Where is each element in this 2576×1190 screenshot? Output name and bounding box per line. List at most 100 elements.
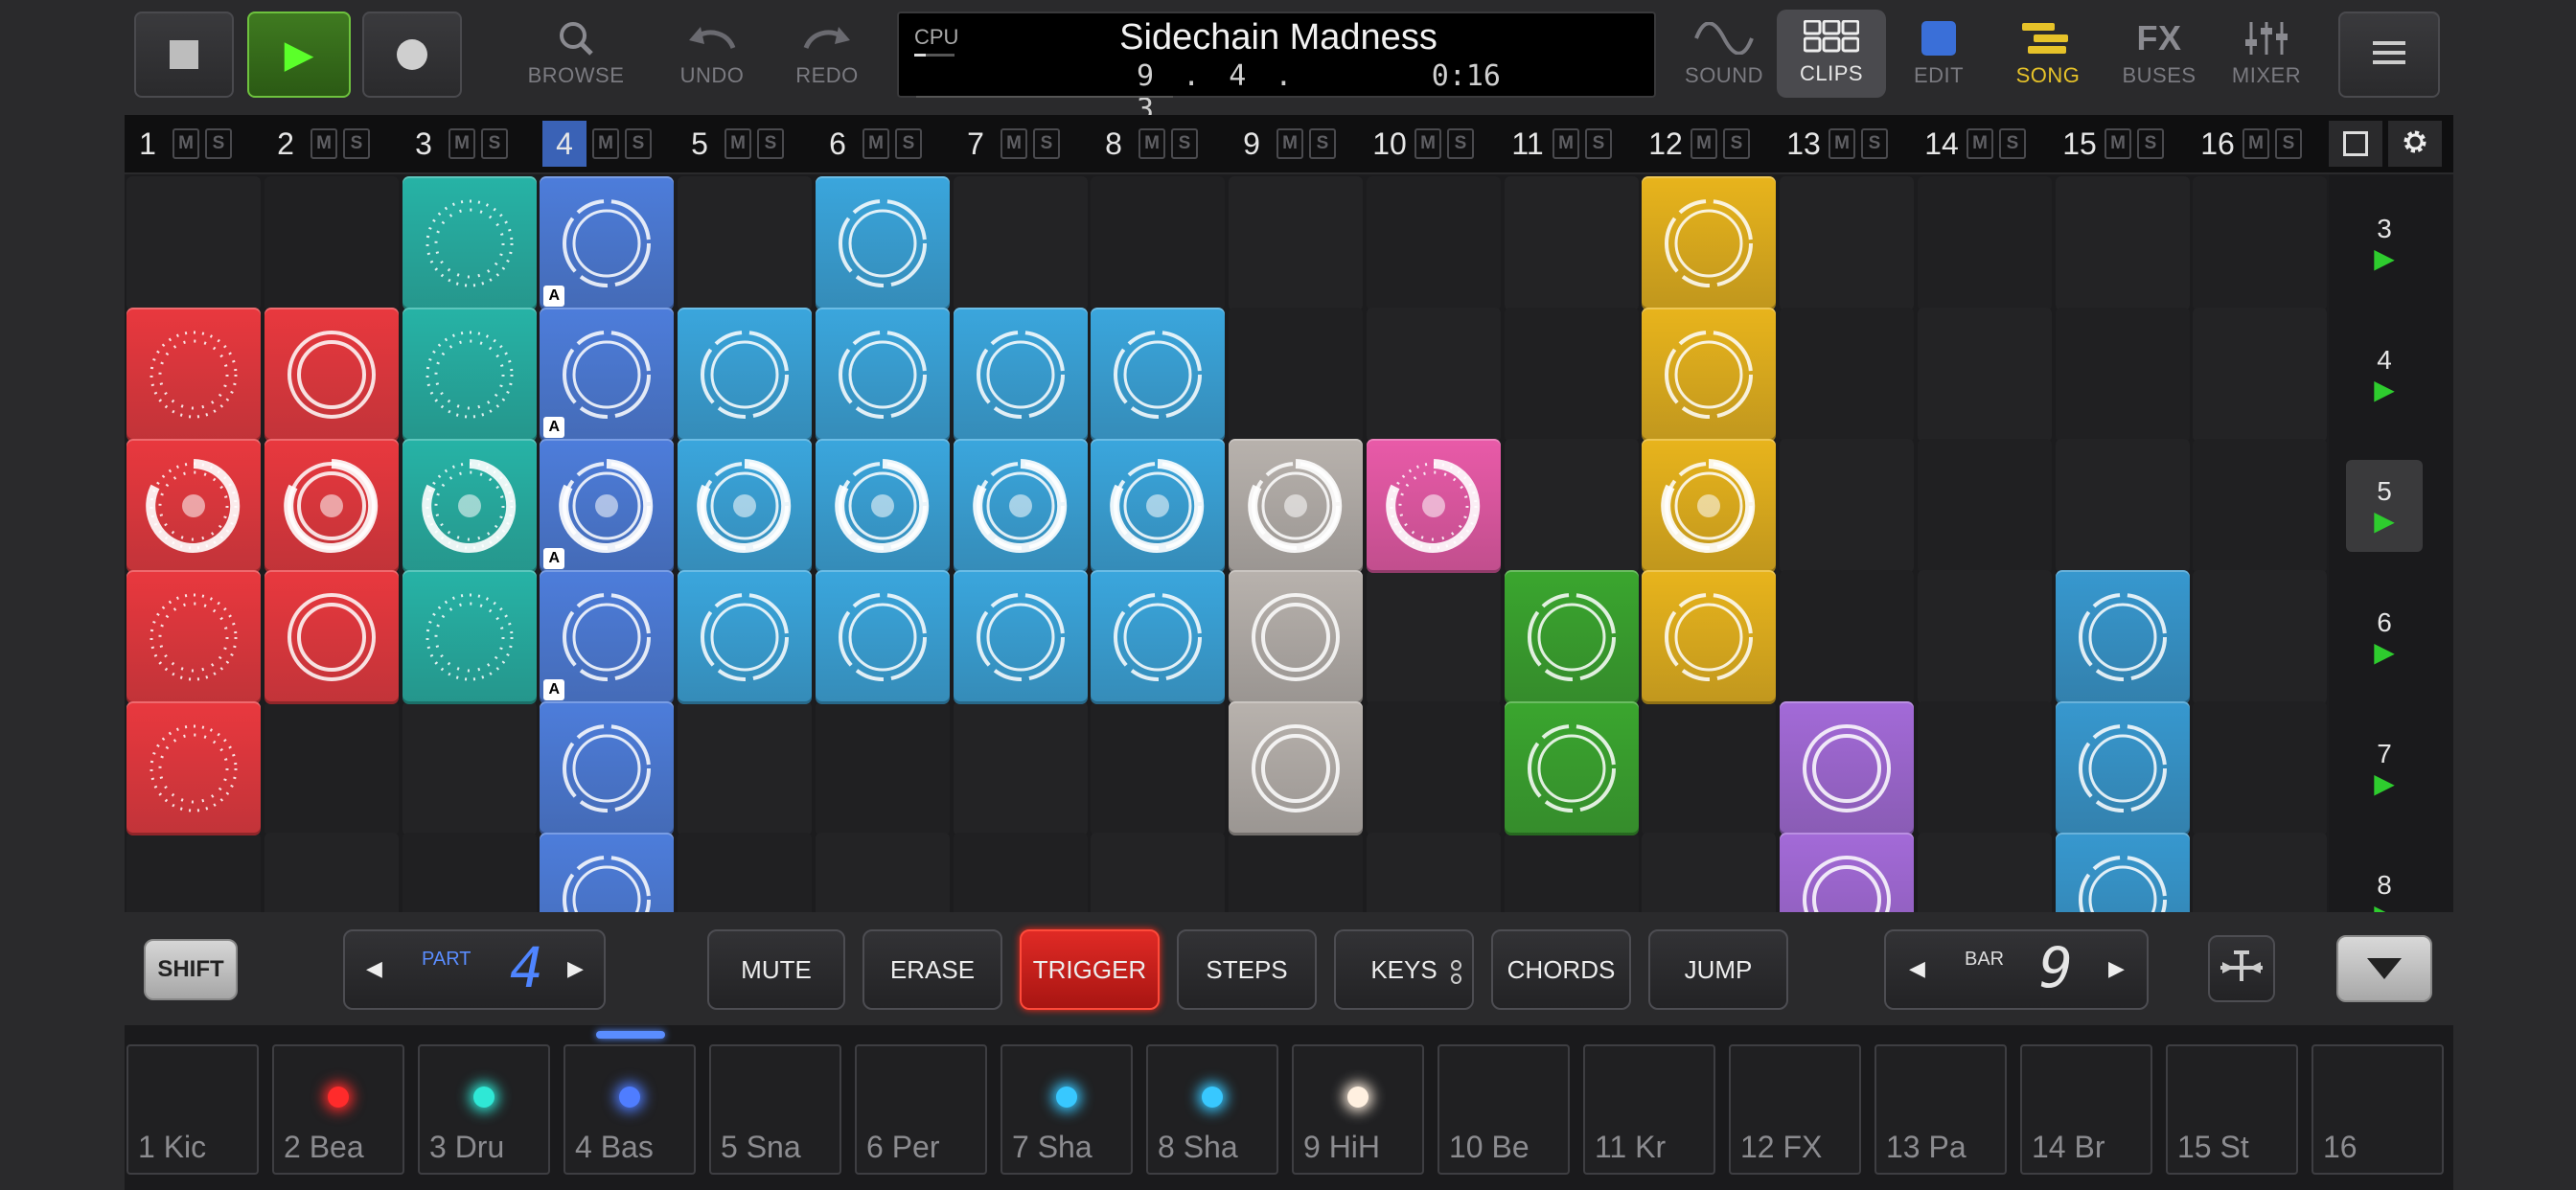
empty-slot[interactable] (2193, 439, 2328, 573)
undo-button[interactable]: UNDO (659, 4, 765, 100)
empty-slot[interactable] (1780, 439, 1914, 573)
clip-red-playing[interactable] (264, 439, 399, 573)
track-number[interactable]: 15 (2060, 126, 2099, 162)
scene-launch-button[interactable]: 7 ▶ (2346, 722, 2423, 814)
clip-sky[interactable] (815, 308, 950, 442)
clip-blue[interactable] (540, 701, 675, 835)
clip-yellow[interactable] (1642, 308, 1777, 442)
track-mute-button[interactable]: M (2104, 128, 2131, 159)
jump-mode-button[interactable]: JUMP (1648, 929, 1788, 1010)
clip-sky-playing[interactable] (953, 439, 1088, 573)
drum-pad[interactable]: 10 Be (1438, 1044, 1570, 1175)
clip-sky2[interactable] (2055, 570, 2190, 704)
clip-sky-playing[interactable] (1091, 439, 1226, 573)
redo-button[interactable]: REDO (774, 4, 880, 100)
empty-slot[interactable] (1091, 833, 1226, 912)
clip-teal[interactable] (402, 176, 537, 310)
track-mute-button[interactable]: M (1966, 128, 1993, 159)
empty-slot[interactable] (264, 833, 399, 912)
clip-blue[interactable]: A (540, 308, 675, 442)
clip-green[interactable] (1504, 570, 1639, 704)
track-mute-button[interactable]: M (2242, 128, 2269, 159)
drum-pad[interactable]: 4 Bas (564, 1044, 696, 1175)
clip-teal-playing[interactable] (402, 439, 537, 573)
clip-yellow-playing[interactable] (1642, 439, 1777, 573)
empty-slot[interactable] (678, 701, 812, 835)
drum-pad[interactable]: 2 Bea (272, 1044, 404, 1175)
track-number[interactable]: 1 (128, 126, 167, 162)
empty-slot[interactable] (1917, 308, 2052, 442)
empty-slot[interactable] (2193, 570, 2328, 704)
track-number[interactable]: 2 (266, 126, 305, 162)
track-solo-button[interactable]: S (895, 128, 922, 159)
empty-slot[interactable] (402, 701, 537, 835)
menu-button[interactable] (2338, 11, 2440, 98)
song-button[interactable]: SONG (1995, 4, 2101, 100)
drum-pad[interactable]: 8 Sha (1146, 1044, 1278, 1175)
drum-pad[interactable]: 5 Sna (709, 1044, 841, 1175)
scene-launch-button[interactable]: 3 ▶ (2346, 197, 2423, 289)
drum-pad[interactable]: 12 FX (1729, 1044, 1861, 1175)
track-solo-button[interactable]: S (757, 128, 784, 159)
split-button[interactable] (2208, 935, 2275, 1002)
clip-teal[interactable] (402, 570, 537, 704)
empty-slot[interactable] (1366, 308, 1501, 442)
clip-sky[interactable] (1091, 308, 1226, 442)
buses-button[interactable]: FX BUSES (2106, 4, 2212, 100)
track-mute-button[interactable]: M (1138, 128, 1165, 159)
track-mute-button[interactable]: M (592, 128, 619, 159)
empty-slot[interactable] (1780, 176, 1914, 310)
track-mute-button[interactable]: M (1276, 128, 1303, 159)
track-number[interactable]: 7 (956, 126, 995, 162)
empty-slot[interactable] (1642, 701, 1777, 835)
track-mute-button[interactable]: M (172, 128, 199, 159)
clip-blue[interactable]: A (540, 176, 675, 310)
empty-slot[interactable] (2055, 176, 2190, 310)
clip-sky[interactable] (953, 308, 1088, 442)
track-solo-button[interactable]: S (481, 128, 508, 159)
drum-pad[interactable]: 3 Dru (418, 1044, 550, 1175)
empty-slot[interactable] (678, 833, 812, 912)
empty-slot[interactable] (126, 176, 261, 310)
drum-pad[interactable]: 15 St (2166, 1044, 2298, 1175)
empty-slot[interactable] (1504, 439, 1639, 573)
track-solo-button[interactable]: S (2137, 128, 2164, 159)
drum-pad[interactable]: 7 Sha (1000, 1044, 1133, 1175)
track-solo-button[interactable]: S (1033, 128, 1060, 159)
collapse-button[interactable] (2336, 935, 2432, 1002)
clip-sky[interactable] (815, 570, 950, 704)
keys-mode-button[interactable]: KEYS (1334, 929, 1474, 1010)
track-number[interactable]: 5 (680, 126, 719, 162)
shift-button[interactable]: SHIFT (144, 939, 238, 1000)
empty-slot[interactable] (678, 176, 812, 310)
empty-slot[interactable] (1780, 570, 1914, 704)
empty-slot[interactable] (1366, 701, 1501, 835)
empty-slot[interactable] (815, 833, 950, 912)
empty-slot[interactable] (1780, 308, 1914, 442)
empty-slot[interactable] (1091, 176, 1226, 310)
track-mute-button[interactable]: M (1828, 128, 1855, 159)
empty-slot[interactable] (1917, 176, 2052, 310)
track-mute-button[interactable]: M (724, 128, 751, 159)
empty-slot[interactable] (953, 701, 1088, 835)
track-solo-button[interactable]: S (343, 128, 370, 159)
drum-pad[interactable]: 9 HiH (1292, 1044, 1424, 1175)
clip-teal[interactable] (402, 308, 537, 442)
clip-sky[interactable] (815, 176, 950, 310)
empty-slot[interactable] (1642, 833, 1777, 912)
steps-mode-button[interactable]: STEPS (1177, 929, 1317, 1010)
track-solo-button[interactable]: S (1171, 128, 1198, 159)
clip-red[interactable] (126, 308, 261, 442)
drum-pad[interactable]: 16 (2312, 1044, 2444, 1175)
song-display[interactable]: CPU Sidechain Madness 9 . 4 . 3 0:16 (897, 11, 1656, 126)
track-mute-button[interactable]: M (1414, 128, 1441, 159)
track-mute-button[interactable]: M (448, 128, 475, 159)
empty-slot[interactable] (953, 833, 1088, 912)
clip-grey-playing[interactable] (1229, 439, 1363, 573)
record-button[interactable] (362, 11, 462, 98)
clip-red[interactable] (264, 308, 399, 442)
clip-sky2[interactable] (2055, 701, 2190, 835)
clip-green[interactable] (1504, 701, 1639, 835)
scene-launch-button[interactable]: 5 ▶ (2346, 460, 2423, 552)
edit-button[interactable]: EDIT (1886, 4, 1991, 100)
